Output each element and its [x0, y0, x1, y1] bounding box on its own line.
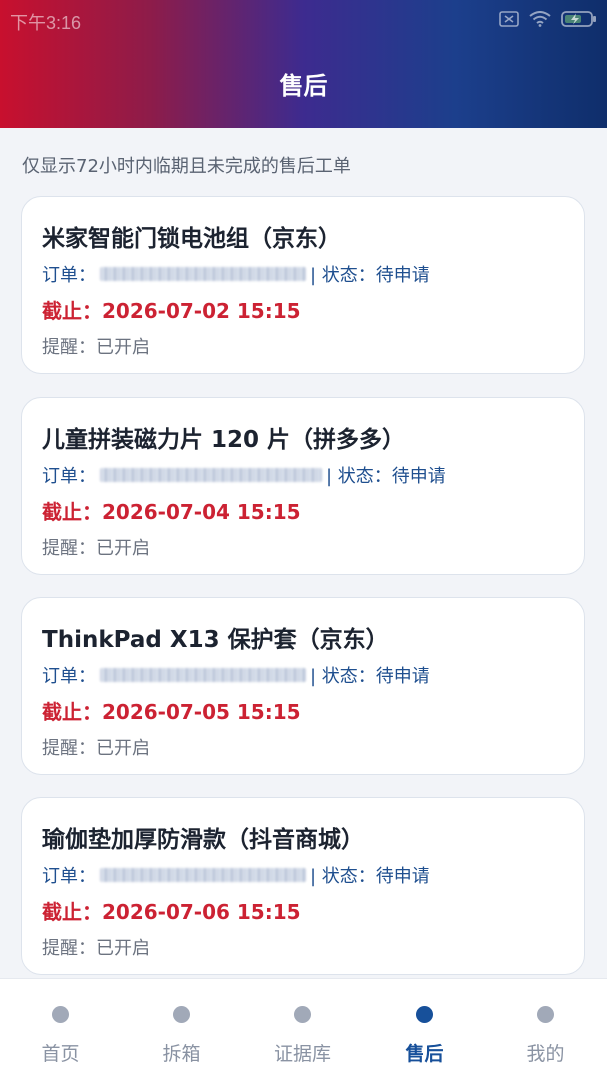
tab-label: 我的 [526, 1043, 565, 1065]
ticket-deadline: 截止：2026-07-05 15:15 [42, 700, 301, 724]
tab-evidence[interactable]: 证据库 [242, 979, 363, 1080]
ticket-reminder: 提醒：已开启 [42, 938, 150, 959]
ticket-title: 瑜伽垫加厚防滑款（抖音商城） [42, 827, 364, 853]
unboxing-dot-icon [173, 1006, 190, 1023]
evidence-dot-icon [294, 1006, 311, 1023]
ticket-card[interactable]: 瑜伽垫加厚防滑款（抖音商城） 订单： | 状态：待申请 截止：2026-07-0… [21, 797, 585, 975]
ticket-status: | 状态：待申请 [310, 666, 430, 687]
ticket-status: | 状态：待申请 [326, 466, 446, 487]
ticket-title: 儿童拼装磁力片 120 片（拼多多） [42, 427, 406, 453]
ticket-title: 米家智能门锁电池组（京东） [42, 226, 341, 252]
order-label: 订单： [42, 666, 96, 687]
order-label: 订单： [42, 866, 96, 887]
page-title: 售后 [279, 72, 328, 100]
order-label: 订单： [42, 466, 96, 487]
order-number-redacted [100, 668, 306, 682]
ticket-order-line: 订单： | 状态：待申请 [42, 662, 430, 688]
tab-unboxing[interactable]: 拆箱 [121, 979, 242, 1080]
ticket-card[interactable]: ThinkPad X13 保护套（京东） 订单： | 状态：待申请 截止：202… [21, 597, 585, 775]
tab-mine[interactable]: 我的 [485, 979, 606, 1080]
ticket-order-line: 订单： | 状态：待申请 [42, 261, 430, 287]
ticket-card[interactable]: 儿童拼装磁力片 120 片（拼多多） 订单： | 状态：待申请 截止：2026-… [21, 397, 585, 575]
ticket-reminder: 提醒：已开启 [42, 337, 150, 358]
tab-label: 售后 [405, 1043, 444, 1065]
order-number-redacted [100, 868, 306, 882]
ticket-deadline: 截止：2026-07-02 15:15 [42, 299, 301, 323]
ticket-order-line: 订单： | 状态：待申请 [42, 462, 446, 488]
ticket-card[interactable]: 米家智能门锁电池组（京东） 订单： | 状态：待申请 截止：2026-07-02… [21, 196, 585, 374]
tab-after-sales[interactable]: 售后 [364, 979, 485, 1080]
wifi-icon [529, 11, 551, 27]
ticket-list[interactable]: 米家智能门锁电池组（京东） 订单： | 状态：待申请 截止：2026-07-02… [0, 196, 607, 976]
header-bar: 下午3:16 售后 [0, 0, 607, 128]
ticket-deadline: 截止：2026-07-04 15:15 [42, 500, 301, 524]
bottom-tab-bar: 首页 拆箱 证据库 售后 我的 [0, 978, 607, 1080]
ticket-deadline: 截止：2026-07-06 15:15 [42, 900, 301, 924]
notice-text: 仅显示72小时内临期且未完成的售后工单 [22, 156, 351, 177]
tab-label: 证据库 [273, 1043, 331, 1065]
ticket-order-line: 订单： | 状态：待申请 [42, 862, 430, 888]
ticket-reminder: 提醒：已开启 [42, 738, 150, 759]
tab-home[interactable]: 首页 [0, 979, 121, 1080]
order-number-redacted [100, 267, 306, 281]
ticket-reminder: 提醒：已开启 [42, 538, 150, 559]
order-number-redacted [100, 468, 322, 482]
after-sales-dot-icon [416, 1006, 433, 1023]
ticket-status: | 状态：待申请 [310, 866, 430, 887]
ticket-title: ThinkPad X13 保护套（京东） [42, 627, 389, 653]
tab-label: 拆箱 [162, 1043, 201, 1065]
order-label: 订单： [42, 265, 96, 286]
status-time: 下午3:16 [10, 13, 82, 33]
tab-label: 首页 [41, 1043, 80, 1065]
sim-icon [499, 11, 519, 27]
mine-dot-icon [537, 1006, 554, 1023]
after-sales-screen: 下午3:16 售后 仅显示72小时内临期且未完成的售后工单 米家智能门锁电池组（… [0, 0, 607, 1080]
home-dot-icon [52, 1006, 69, 1023]
battery-charging-icon [561, 11, 596, 27]
status-icons [499, 10, 597, 28]
ticket-status: | 状态：待申请 [310, 265, 430, 286]
status-bar: 下午3:16 [0, 0, 607, 40]
